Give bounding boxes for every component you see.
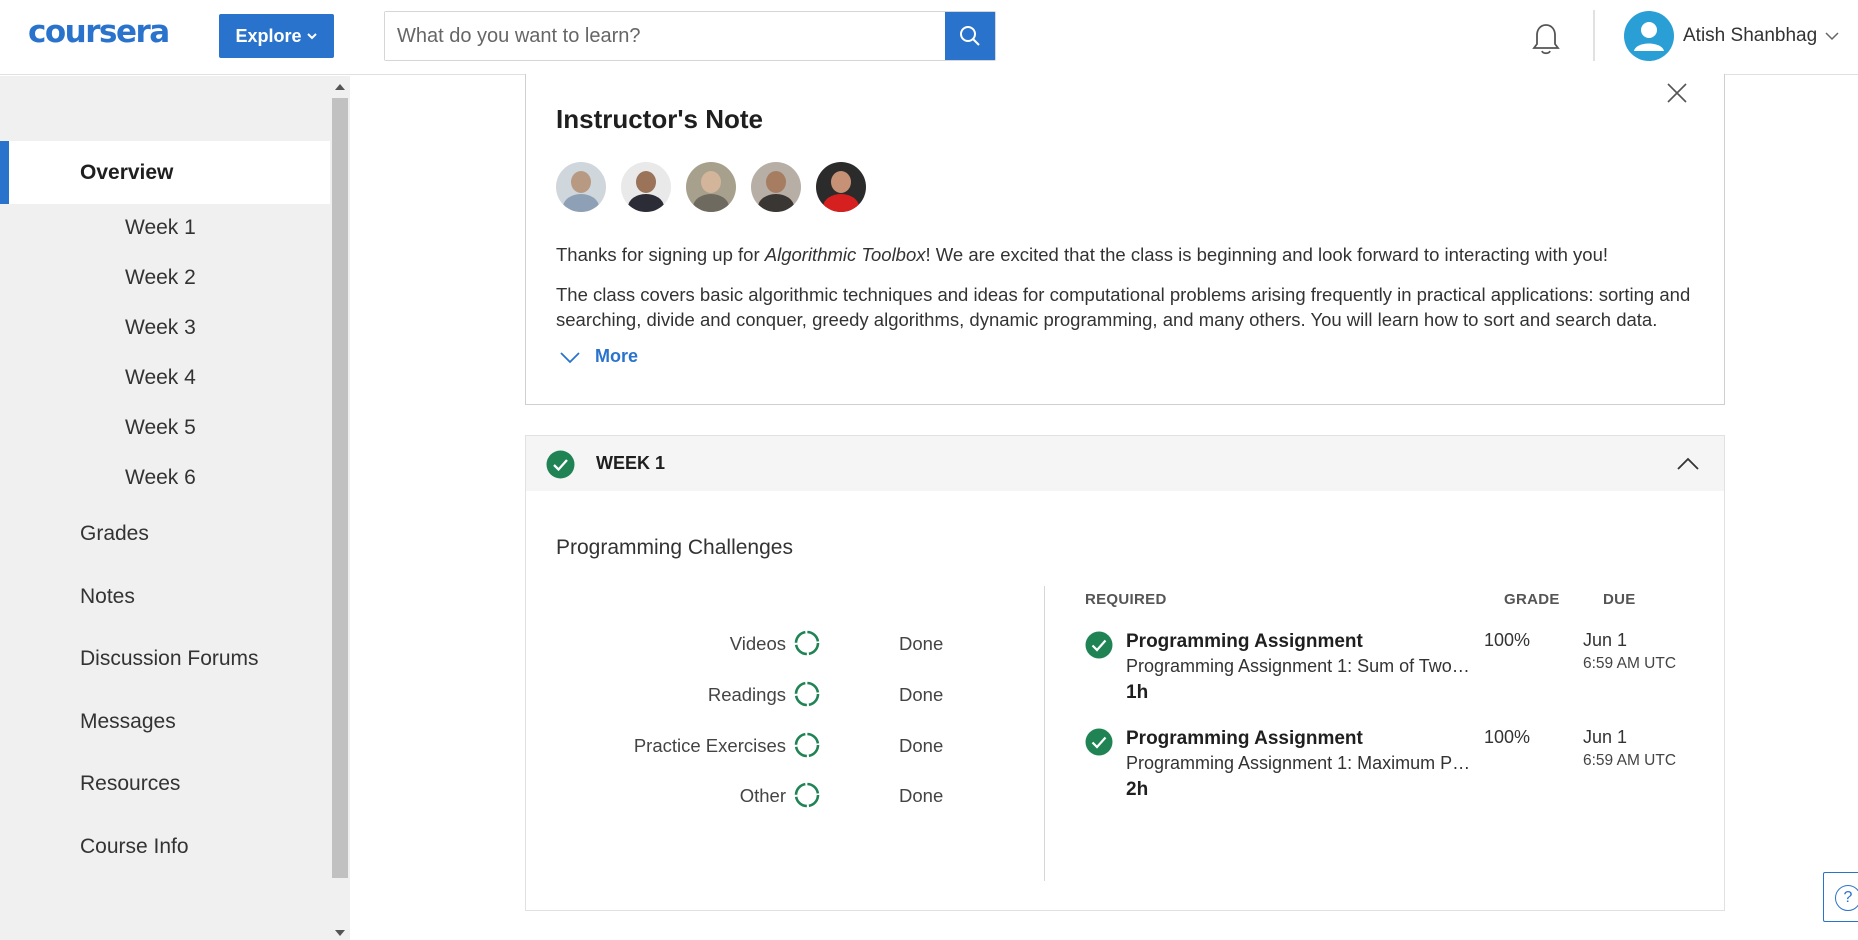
assignment-due-time: 6:59 AM UTC <box>1583 752 1677 769</box>
instructor-note-card: Instructor's Note Thanks for signing up … <box>525 74 1725 405</box>
sidebar-item-week-2[interactable]: Week 2 <box>0 266 330 290</box>
chevron-up-icon[interactable] <box>1676 455 1700 471</box>
chevron-down-icon <box>1825 32 1839 41</box>
instructor-avatars <box>556 162 866 212</box>
instructor-avatar[interactable] <box>686 162 736 212</box>
sidebar-item-week-3[interactable]: Week 3 <box>0 316 330 340</box>
stat-value: Done <box>899 684 944 705</box>
top-header: coursera Explore Atish Shanbhag <box>0 0 1858 75</box>
check-circle-icon <box>546 450 575 479</box>
stat-row-other: Other Done <box>526 780 959 810</box>
assignment-row[interactable]: Programming Assignment Programming Assig… <box>1085 630 1705 710</box>
assignment-name[interactable]: Programming Assignment 1: Sum of Two… <box>1126 656 1470 677</box>
assignment-type: Programming Assignment <box>1126 631 1363 652</box>
due-header: DUE <box>1603 591 1636 608</box>
progress-ring-icon <box>794 732 820 758</box>
question-mark-icon: ? <box>1835 885 1858 911</box>
sidebar-item-notes[interactable]: Notes <box>0 585 330 609</box>
assignment-due-time: 6:59 AM UTC <box>1583 655 1677 672</box>
week-1-card: WEEK 1 Programming Challenges Videos Don… <box>525 435 1725 911</box>
sidebar-item-week-4[interactable]: Week 4 <box>0 366 330 390</box>
coursera-logo[interactable]: coursera <box>28 14 170 50</box>
course-sidebar: Overview Week 1 Week 2 Week 3 Week 4 Wee… <box>0 76 350 940</box>
more-label: More <box>595 346 639 366</box>
sidebar-item-week-1[interactable]: Week 1 <box>0 216 330 240</box>
search-button[interactable] <box>945 12 995 60</box>
instructor-avatar[interactable] <box>621 162 671 212</box>
column-divider <box>1044 586 1045 881</box>
note-title: Instructor's Note <box>556 104 763 134</box>
stat-row-readings: Readings Done <box>526 679 959 709</box>
search-input[interactable] <box>385 12 945 60</box>
stat-row-practice-exercises: Practice Exercises Done <box>526 730 959 760</box>
assignment-type: Programming Assignment <box>1126 728 1363 749</box>
bell-icon[interactable] <box>1530 22 1562 56</box>
explore-label: Explore <box>235 25 302 46</box>
assignment-name[interactable]: Programming Assignment 1: Maximum P… <box>1126 753 1470 774</box>
scroll-thumb[interactable] <box>332 98 348 878</box>
chevron-down-icon <box>306 33 317 40</box>
explore-button[interactable]: Explore <box>219 14 334 58</box>
stat-value: Done <box>899 735 944 756</box>
week-header[interactable]: WEEK 1 <box>526 436 1724 491</box>
sidebar-item-resources[interactable]: Resources <box>0 772 330 796</box>
user-avatar-icon <box>1624 11 1674 61</box>
assignment-grade: 100% <box>1484 727 1531 747</box>
week-title: WEEK 1 <box>596 453 666 473</box>
more-toggle[interactable]: More <box>559 346 638 367</box>
sidebar-item-week-5[interactable]: Week 5 <box>0 416 330 440</box>
section-title: Programming Challenges <box>556 536 793 559</box>
stat-value: Done <box>899 633 944 654</box>
scroll-down-arrow-icon[interactable] <box>335 930 345 936</box>
note-description: The class covers basic algorithmic techn… <box>556 284 1691 330</box>
instructor-avatar[interactable] <box>816 162 866 212</box>
search-icon <box>960 26 980 46</box>
sidebar-scrollbar[interactable] <box>330 76 350 940</box>
sidebar-item-discussion-forums[interactable]: Discussion Forums <box>0 647 330 671</box>
sidebar-item-grades[interactable]: Grades <box>0 522 330 546</box>
scroll-up-arrow-icon[interactable] <box>335 84 345 90</box>
check-circle-icon <box>1085 631 1113 659</box>
progress-ring-icon <box>794 681 820 707</box>
assignment-due-date: Jun 1 <box>1583 630 1628 650</box>
required-header: REQUIRED <box>1085 591 1167 608</box>
assignment-duration: 1h <box>1126 682 1149 703</box>
user-menu[interactable]: Atish Shanbhag <box>1624 11 1839 61</box>
note-intro-text: Thanks for signing up for Algorithmic To… <box>556 244 1608 265</box>
instructor-avatar[interactable] <box>556 162 606 212</box>
header-divider <box>1593 10 1595 61</box>
sidebar-item-course-info[interactable]: Course Info <box>0 835 330 859</box>
stat-label: Other <box>739 785 786 806</box>
progress-ring-icon <box>794 630 820 656</box>
close-icon[interactable] <box>1666 82 1688 104</box>
assignment-row[interactable]: Programming Assignment Programming Assig… <box>1085 727 1705 807</box>
assignment-grade: 100% <box>1484 630 1531 650</box>
stat-label: Videos <box>729 633 786 654</box>
sidebar-item-week-6[interactable]: Week 6 <box>0 466 330 490</box>
course-name: Algorithmic Toolbox <box>764 244 926 265</box>
stat-value: Done <box>899 785 944 806</box>
user-name: Atish Shanbhag <box>1683 25 1818 46</box>
sidebar-item-messages[interactable]: Messages <box>0 710 330 734</box>
sidebar-nav: Overview Week 1 Week 2 Week 3 Week 4 Wee… <box>0 76 330 940</box>
instructor-avatar[interactable] <box>751 162 801 212</box>
progress-ring-icon <box>794 782 820 808</box>
stat-row-videos: Videos Done <box>526 628 959 658</box>
sidebar-item-overview[interactable]: Overview <box>0 141 330 204</box>
grade-header: GRADE <box>1504 591 1560 608</box>
chevron-down-icon <box>560 351 580 363</box>
assignment-due-date: Jun 1 <box>1583 727 1628 747</box>
assignment-duration: 2h <box>1126 779 1149 800</box>
search-bar <box>384 11 996 61</box>
stat-label: Readings <box>707 684 786 705</box>
stat-label: Practice Exercises <box>633 735 786 756</box>
check-circle-icon <box>1085 728 1113 756</box>
help-button[interactable]: ? <box>1823 872 1858 922</box>
